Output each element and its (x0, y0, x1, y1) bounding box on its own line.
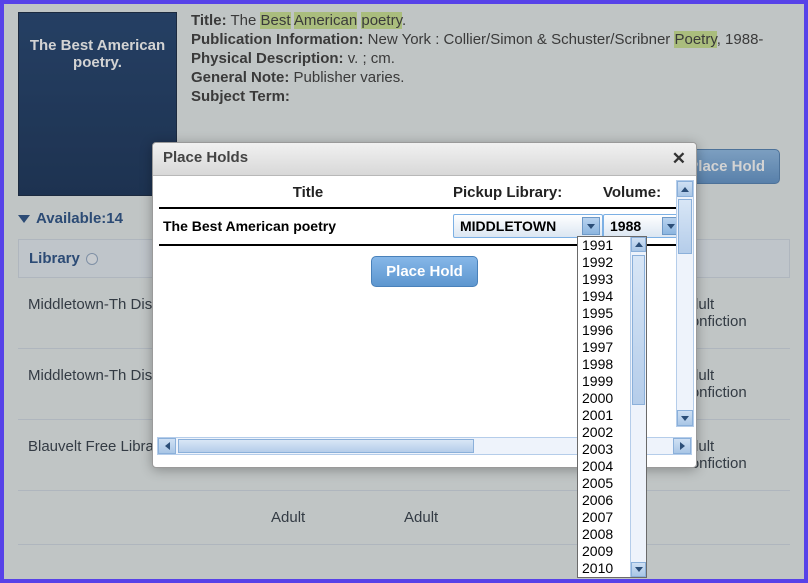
sort-icon (86, 253, 98, 265)
scrollbar-thumb[interactable] (678, 199, 692, 254)
dialog-vertical-scrollbar[interactable] (676, 180, 694, 427)
th-volume: Volume: (603, 184, 683, 201)
dialog-title: Place Holds (163, 149, 248, 169)
volume-dropdown-list[interactable]: 1991199219931994199519961997199819992000… (577, 236, 647, 578)
chevron-up-icon (681, 187, 689, 192)
th-title: Title (163, 184, 453, 201)
th-pickup: Pickup Library: (453, 184, 603, 201)
dialog-place-hold-button[interactable]: Place Hold (371, 256, 478, 287)
physdesc-label: Physical Description: (191, 50, 344, 67)
chevron-left-icon (165, 442, 170, 450)
hold-row-title: The Best American poetry (163, 218, 453, 234)
chevron-up-icon (635, 242, 643, 247)
dropdown-scrollbar[interactable] (630, 237, 646, 577)
subject-label: Subject Term: (191, 88, 290, 105)
chevron-down-icon (667, 224, 675, 229)
scrollbar-thumb[interactable] (632, 255, 645, 405)
chevron-down-icon (681, 416, 689, 421)
table-row: AdultAdult (18, 491, 790, 545)
title-label: Title: (191, 12, 227, 29)
chevron-right-icon (680, 442, 685, 450)
generalnote-label: General Note: (191, 69, 289, 86)
scrollbar-thumb[interactable] (178, 439, 474, 453)
pickup-library-select[interactable]: MIDDLETOWN (453, 214, 603, 238)
close-icon[interactable]: ✕ (672, 149, 686, 169)
chevron-down-icon (635, 567, 643, 572)
volume-select[interactable]: 1988 (603, 214, 683, 238)
pubinfo-label: Publication Information: (191, 31, 364, 48)
chevron-down-icon (587, 224, 595, 229)
chevron-down-icon (18, 215, 30, 223)
